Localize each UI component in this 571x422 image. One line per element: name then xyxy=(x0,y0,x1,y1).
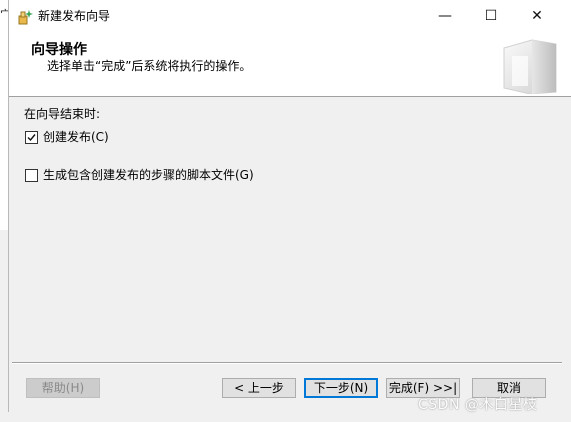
previous-button[interactable]: < 上一步 xyxy=(222,378,296,398)
create-publication-option[interactable]: 创建发布(C) xyxy=(25,130,109,144)
generate-script-checkbox[interactable] xyxy=(25,168,38,182)
create-publication-label[interactable]: 创建发布(C) xyxy=(43,130,109,144)
page-title: 向导操作 xyxy=(31,42,87,58)
wizard-header: 向导操作 选择单击“完成”后系统将执行的操作。 xyxy=(9,32,571,97)
window-title: 新建发布向导 xyxy=(38,9,111,23)
wizard-app-icon xyxy=(17,8,35,26)
wizard-window: 新建发布向导 — ☐ ✕ 向导操作 选择单击“完成”后系统将执行的操作。 在向导… xyxy=(8,0,571,412)
wizard-banner-icon xyxy=(498,36,560,95)
page-subtitle: 选择单击“完成”后系统将执行的操作。 xyxy=(47,59,252,73)
finish-actions-label: 在向导结束时: xyxy=(24,107,101,121)
maximize-button[interactable]: ☐ xyxy=(468,0,514,32)
checkmark-icon xyxy=(27,133,36,141)
footer-divider xyxy=(12,362,562,364)
minimize-button[interactable]: — xyxy=(422,0,468,32)
next-button[interactable]: 下一步(N) xyxy=(304,378,378,398)
create-publication-checkbox[interactable] xyxy=(25,130,38,144)
title-bar[interactable]: 新建发布向导 — ☐ ✕ xyxy=(9,0,571,32)
csdn-watermark: CSDN @木白星枝 xyxy=(418,397,538,413)
close-button[interactable]: ✕ xyxy=(514,0,560,32)
generate-script-option[interactable]: 生成包含创建发布的步骤的脚本文件(G) xyxy=(25,168,254,182)
generate-script-label[interactable]: 生成包含创建发布的步骤的脚本文件(G) xyxy=(43,168,254,182)
help-button[interactable]: 帮助(H) xyxy=(26,378,100,398)
